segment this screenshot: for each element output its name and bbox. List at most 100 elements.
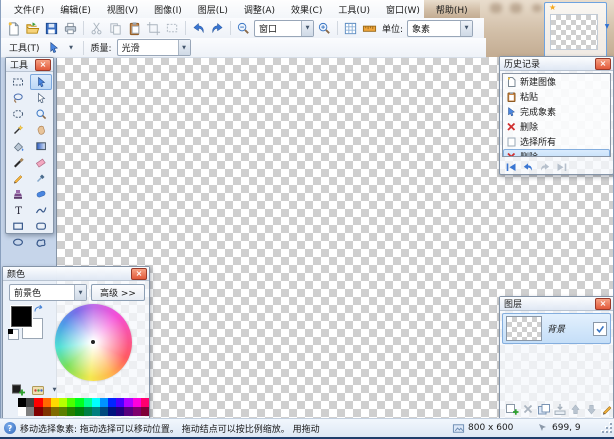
menu-window[interactable]: 窗口(W) [379,1,427,18]
history-item[interactable]: 粘贴 [503,89,610,104]
history-item[interactable]: 选择所有 [503,134,610,149]
palette-swatch[interactable] [100,407,108,416]
close-icon[interactable] [35,59,51,71]
history-item[interactable]: 删除 [503,119,610,134]
palette-swatch[interactable] [51,407,59,416]
pan-tool[interactable] [30,122,53,138]
advanced-button[interactable]: 高级 >> [91,284,145,301]
palette-swatch[interactable] [133,398,141,407]
palette-swatch[interactable] [59,407,67,416]
paintbrush-tool[interactable] [7,154,30,170]
palette-swatch[interactable] [75,407,83,416]
crop-to-selection-icon[interactable] [145,20,162,36]
tools-panel-titlebar[interactable]: 工具 [6,58,53,72]
menu-file[interactable]: 文件(F) [7,1,51,18]
tool-dropdown-icon[interactable] [65,41,78,55]
history-item[interactable]: 完成象素 [503,104,610,119]
palette-swatch[interactable] [67,407,75,416]
pencil-tool[interactable] [7,170,30,186]
palette-swatch[interactable] [75,398,83,407]
palette-manager-button[interactable] [31,383,61,397]
new-icon[interactable] [5,20,22,36]
eraser-tool[interactable] [30,154,53,170]
gradient-tool[interactable] [30,138,53,154]
rectangle-tool[interactable] [7,218,30,234]
redo-icon[interactable] [209,20,226,36]
grid-icon[interactable] [342,20,359,36]
cut-icon[interactable] [88,20,105,36]
undo-icon[interactable] [190,20,207,36]
paste-icon[interactable] [126,20,143,36]
undo-icon[interactable] [522,161,534,173]
color-mode-select[interactable]: 前景色 [9,284,87,301]
menu-view[interactable]: 视图(V) [100,1,145,18]
menu-layers[interactable]: 图层(L) [191,1,235,18]
quality-select[interactable]: 光滑 [117,39,191,56]
palette-swatch[interactable] [116,407,124,416]
palette-swatch[interactable] [51,398,59,407]
layer-row-background[interactable]: 背景 [502,313,611,344]
palette-swatch[interactable] [18,398,26,407]
menu-help[interactable]: 帮助(H) [429,1,475,18]
freeform-shape-tool[interactable] [30,234,53,250]
palette-swatch[interactable] [26,398,34,407]
rectangle-select-tool[interactable] [7,74,30,90]
resize-grip[interactable] [602,423,612,433]
zoom-in-icon[interactable] [316,20,333,36]
palette-swatch[interactable] [18,407,26,416]
lasso-select-tool[interactable] [7,90,30,106]
image-list-dropdown-icon[interactable] [602,20,612,32]
foreground-color-swatch[interactable] [11,306,32,327]
text-tool[interactable]: T [7,202,30,218]
menu-adjust[interactable]: 调整(A) [237,1,282,18]
swap-colors-icon[interactable] [33,304,45,317]
palette-swatch[interactable] [92,398,100,407]
ellipse-select-tool[interactable] [7,106,30,122]
add-layer-icon[interactable] [504,402,519,416]
reset-colors-icon[interactable] [8,329,19,340]
close-icon[interactable] [595,58,611,70]
deselect-icon[interactable] [164,20,181,36]
zoom-out-icon[interactable] [235,20,252,36]
zoom-level-select[interactable]: 窗口 [254,20,314,37]
rounded-rectangle-tool[interactable] [30,218,53,234]
history-panel-titlebar[interactable]: 历史记录 [500,57,613,71]
palette-swatch[interactable] [100,398,108,407]
recolor-tool[interactable] [30,186,53,202]
menu-image[interactable]: 图像(I) [147,1,189,18]
ellipse-tool[interactable] [7,234,30,250]
palette-swatch[interactable] [108,407,116,416]
close-icon[interactable] [131,268,147,280]
magic-wand-tool[interactable] [7,122,30,138]
delete-layer-icon[interactable] [520,402,535,416]
palette-swatch[interactable] [59,398,67,407]
color-picker-tool[interactable] [30,170,53,186]
image-thumbnail-tab[interactable]: ★ [544,2,607,59]
colors-panel-titlebar[interactable]: 颜色 [3,267,149,281]
paint-bucket-tool[interactable] [7,138,30,154]
copy-icon[interactable] [107,20,124,36]
rewind-icon[interactable] [505,161,517,173]
palette-swatch[interactable] [108,398,116,407]
palette-swatch[interactable] [34,407,42,416]
layer-properties-icon[interactable] [600,402,614,416]
palette-swatch[interactable] [84,398,92,407]
palette-swatch[interactable] [43,407,51,416]
zoom-tool[interactable] [30,106,53,122]
history-item[interactable]: 删除 [503,149,610,157]
close-icon[interactable] [595,298,611,310]
palette-swatch[interactable] [34,398,42,407]
menu-effects[interactable]: 效果(C) [284,1,329,18]
palette-swatch[interactable] [26,407,34,416]
save-icon[interactable] [43,20,60,36]
move-layer-up-icon[interactable] [568,402,583,416]
palette-swatch[interactable] [84,407,92,416]
move-layer-down-icon[interactable] [584,402,599,416]
move-selected-pixels-tool[interactable] [30,74,53,90]
palette-swatch[interactable] [67,398,75,407]
color-wheel[interactable] [55,304,132,381]
duplicate-layer-icon[interactable] [536,402,551,416]
clone-stamp-tool[interactable] [7,186,30,202]
line-curve-tool[interactable] [30,202,53,218]
palette-swatch[interactable] [124,398,132,407]
